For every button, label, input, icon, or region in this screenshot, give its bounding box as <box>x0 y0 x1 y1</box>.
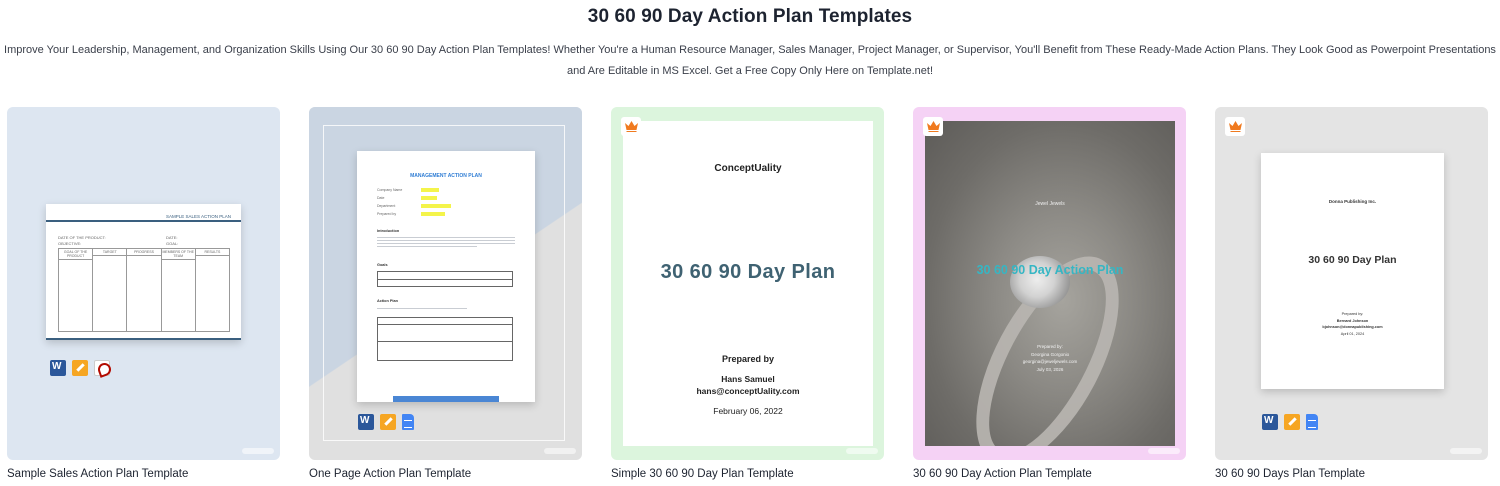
template-card-sample-sales-action-plan[interactable]: SAMPLE SALES ACTION PLAN DATE OF THE PRO… <box>7 107 280 460</box>
template-preview: SAMPLE SALES ACTION PLAN DATE OF THE PRO… <box>46 204 241 340</box>
column-header: RESULTS <box>195 249 230 256</box>
template-card-simple-30-60-90-day-plan[interactable]: ConceptUality 30 60 90 Day Plan Prepared… <box>611 107 884 460</box>
preview-name: Hans Samuel <box>721 374 775 384</box>
word-icon <box>358 414 374 430</box>
column-header: MEMBERS OF THE TEAM <box>161 250 195 260</box>
premium-crown-icon <box>923 117 943 136</box>
section-label: Action Plan <box>377 299 398 303</box>
card-caption[interactable]: Sample Sales Action Plan Template <box>7 468 188 480</box>
field-label: Company Name <box>377 188 403 192</box>
template-card-one-page-action-plan[interactable]: MANAGEMENT ACTION PLAN Company Name Date… <box>309 107 582 460</box>
column-header: TARGET <box>93 249 127 256</box>
column-header: PROGRESS <box>127 249 161 256</box>
preview-title: 30 60 90 Day Action Plan <box>976 263 1124 277</box>
preview-date: April 01, 2024 <box>1340 331 1365 336</box>
preview-date: July 03, 2026 <box>1036 366 1064 372</box>
card-caption[interactable]: 30 60 90 Days Plan Template <box>1215 468 1365 480</box>
google-docs-icon <box>1306 414 1318 430</box>
preview-prepared-by: Prepared by <box>721 354 775 364</box>
page-title: 30 60 90 Day Action Plan Templates <box>587 6 913 27</box>
template-preview: MANAGEMENT ACTION PLAN Company Name Date… <box>357 151 535 402</box>
template-card-30-60-90-days-plan[interactable]: Donna Publishing Inc. 30 60 90 Day Plan … <box>1215 107 1488 460</box>
preview-prepared-by: Prepared by: <box>1037 344 1063 349</box>
preview-email: georgina@jeweljewels.com <box>1022 359 1078 364</box>
template-preview: Jewel Jewels 30 60 90 Day Action Plan Pr… <box>925 121 1175 446</box>
template-preview: Donna Publishing Inc. 30 60 90 Day Plan … <box>1261 153 1444 389</box>
preview-brand: Jewel Jewels <box>1035 201 1065 207</box>
preview-name: Georgina Gorgonio <box>1030 351 1070 357</box>
premium-crown-icon <box>1225 117 1245 136</box>
watermark <box>846 448 878 454</box>
card-caption[interactable]: One Page Action Plan Template <box>309 468 471 480</box>
word-icon <box>1262 414 1278 430</box>
preview-email: hans@conceptUality.com <box>696 386 800 396</box>
section-label: Goals <box>377 263 388 267</box>
preview-heading: MANAGEMENT ACTION PLAN <box>410 173 482 179</box>
column-header: GOAL OF THE PRODUCT <box>59 249 93 260</box>
google-docs-icon <box>402 414 414 430</box>
preview-heading: SAMPLE SALES ACTION PLAN <box>165 214 231 219</box>
card-caption[interactable]: 30 60 90 Day Action Plan Template <box>913 468 1092 480</box>
watermark <box>242 448 274 454</box>
field-label: Date <box>377 196 385 200</box>
word-icon <box>50 360 66 376</box>
pages-icon <box>72 360 88 376</box>
preview-brand: Donna Publishing Inc. <box>1328 199 1377 204</box>
pages-icon <box>380 414 396 430</box>
preview-date: February 06, 2022 <box>713 406 783 416</box>
premium-crown-icon <box>621 117 641 136</box>
pdf-icon <box>94 360 110 376</box>
format-icons <box>358 414 414 430</box>
preview-brand: ConceptUality <box>714 163 782 174</box>
format-icons <box>50 360 110 376</box>
preview-title: 30 60 90 Day Plan <box>1308 254 1397 266</box>
preview-title: 30 60 90 Day Plan <box>660 261 836 283</box>
watermark <box>544 448 576 454</box>
section-label: Introduction <box>377 229 400 233</box>
field-label: Department <box>377 204 396 208</box>
watermark <box>1450 448 1482 454</box>
format-icons <box>1262 414 1318 430</box>
field-label: Prepared by <box>377 212 397 216</box>
pages-icon <box>1284 414 1300 430</box>
page-description: Improve Your Leadership, Management, and… <box>4 44 1496 77</box>
card-caption[interactable]: Simple 30 60 90 Day Plan Template <box>611 468 794 480</box>
template-card-30-60-90-day-action-plan[interactable]: Jewel Jewels 30 60 90 Day Action Plan Pr… <box>913 107 1186 460</box>
template-preview: ConceptUality 30 60 90 Day Plan Prepared… <box>623 121 873 446</box>
watermark <box>1148 448 1180 454</box>
